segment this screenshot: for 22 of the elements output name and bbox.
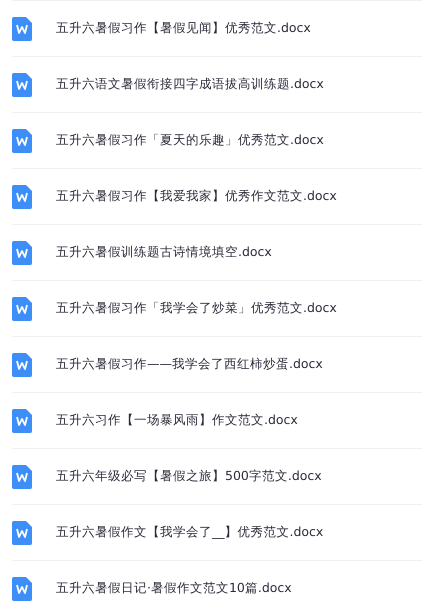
file-name[interactable]: 五升六习作【一场暴风雨】作文范文.docx xyxy=(56,412,298,429)
file-name[interactable]: 五升六暑假训练题古诗情境填空.docx xyxy=(56,244,272,261)
file-name[interactable]: 五升六年级必写【暑假之旅】500字范文.docx xyxy=(56,468,322,485)
file-name[interactable]: 五升六暑假日记·暑假作文范文10篇.docx xyxy=(56,580,292,597)
file-name[interactable]: 五升六暑假习作【暑假见闻】优秀范文.docx xyxy=(56,20,311,37)
file-name[interactable]: 五升六暑假习作【我爱我家】优秀作文范文.docx xyxy=(56,188,337,205)
document-icon xyxy=(12,240,32,264)
document-icon xyxy=(12,184,32,208)
document-icon xyxy=(12,408,32,432)
document-icon xyxy=(12,352,32,376)
document-icon xyxy=(12,464,32,488)
document-icon xyxy=(12,128,32,152)
document-icon xyxy=(12,520,32,544)
document-icon xyxy=(12,576,32,600)
document-icon xyxy=(12,296,32,320)
file-name[interactable]: 五升六暑假习作「夏天的乐趣」优秀范文.docx xyxy=(56,132,324,149)
file-name[interactable]: 五升六暑假习作——我学会了西红柿炒蛋.docx xyxy=(56,356,323,373)
file-name[interactable]: 五升六语文暑假衔接四字成语拔高训练题.docx xyxy=(56,76,324,93)
document-icon xyxy=(12,72,32,96)
document-icon xyxy=(12,16,32,40)
file-name[interactable]: 五升六暑假作文【我学会了__】优秀范文.docx xyxy=(56,524,324,541)
file-name[interactable]: 五升六暑假习作「我学会了炒菜」优秀范文.docx xyxy=(56,300,337,317)
